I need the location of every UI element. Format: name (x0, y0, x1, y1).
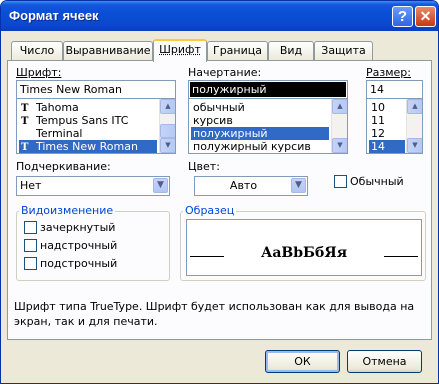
title-bar[interactable]: Формат ячеек ? ✕ (1, 1, 438, 31)
tab-border[interactable]: Граница (207, 41, 268, 61)
font-name-input[interactable]: Times New Roman (16, 80, 176, 99)
normal-font-label: Обычный (350, 175, 404, 188)
font-label: Шрифт: (16, 66, 62, 79)
list-item[interactable]: 12 (369, 127, 405, 140)
list-item[interactable]: полужирный курсив (191, 140, 329, 153)
list-item[interactable]: T Tahoma (19, 101, 157, 114)
style-label: Начертание: (188, 66, 262, 79)
close-button[interactable]: ✕ (415, 6, 436, 27)
list-item-selected[interactable]: полужирный (191, 127, 329, 140)
tab-number[interactable]: Число (11, 41, 63, 61)
font-description: Шрифт типа TrueType. Шрифт будет использ… (14, 300, 415, 328)
effects-title: Видоизменение (19, 204, 116, 217)
normal-font-checkbox[interactable] (334, 175, 347, 188)
size-label: Размер: (366, 66, 411, 79)
tab-protection[interactable]: Защита (314, 41, 373, 61)
list-item[interactable]: курсив (191, 114, 329, 127)
chevron-down-icon[interactable]: ▼ (153, 178, 168, 193)
tab-font[interactable]: Шрифт (153, 39, 207, 62)
underline-select[interactable]: Нет ▼ (16, 176, 170, 196)
list-item[interactable]: Terminal (19, 127, 157, 140)
preview-title: Образец (183, 204, 237, 217)
style-list-scrollbar[interactable]: ▲ ▼ (331, 99, 347, 153)
preview-baseline-right (384, 256, 418, 257)
scroll-up-icon[interactable]: ▲ (160, 99, 175, 114)
subscript-label: подстрочный (40, 257, 118, 270)
font-tab-panel: Шрифт: Times New Roman T Tahoma T Tempus S… (7, 60, 432, 340)
font-list[interactable]: T Tahoma T Tempus Sans ITC Terminal T Times… (16, 98, 176, 154)
truetype-icon: T (21, 142, 29, 153)
window-title: Формат ячеек (9, 8, 99, 23)
scroll-down-icon[interactable]: ▼ (332, 138, 347, 153)
style-input[interactable]: полужирный (188, 80, 348, 99)
ok-button[interactable]: ОК (265, 350, 340, 373)
scroll-thumb[interactable] (160, 124, 175, 138)
list-item[interactable]: T Tempus Sans ITC (19, 114, 157, 127)
scroll-down-icon[interactable]: ▼ (407, 138, 422, 153)
list-item[interactable]: 11 (369, 114, 405, 127)
preview-box: АаВbБбЯя (186, 219, 422, 276)
style-list[interactable]: обычный курсив полужирный полужирный кур… (188, 98, 348, 154)
scroll-up-icon[interactable]: ▲ (407, 99, 422, 114)
tab-alignment[interactable]: Выравнивание (63, 41, 153, 61)
subscript-checkbox[interactable] (24, 257, 37, 270)
strikethrough-checkbox[interactable] (24, 221, 37, 234)
color-select[interactable]: Авто ▼ (194, 176, 308, 196)
color-label: Цвет: (188, 160, 220, 173)
superscript-label: надстрочный (40, 239, 118, 252)
strikethrough-label: зачеркнутый (40, 221, 116, 234)
cancel-button[interactable]: Отмена (347, 350, 422, 373)
list-item-selected[interactable]: 14 (369, 140, 405, 153)
scroll-down-icon[interactable]: ▼ (160, 138, 175, 153)
preview-sample-text: АаВbБбЯя (260, 245, 348, 261)
size-input[interactable]: 14 (366, 80, 423, 99)
format-cells-dialog: Формат ячеек ? ✕ Число Выравнивание Шриф… (0, 0, 439, 384)
superscript-checkbox[interactable] (24, 239, 37, 252)
font-list-scrollbar[interactable]: ▲ ▼ (159, 99, 175, 153)
size-list-scrollbar[interactable]: ▲ ▼ (406, 99, 422, 153)
list-item-selected[interactable]: T Times New Roman (19, 140, 157, 153)
scroll-up-icon[interactable]: ▲ (332, 99, 347, 114)
help-button[interactable]: ? (392, 6, 413, 27)
list-item[interactable]: обычный (191, 101, 329, 114)
chevron-down-icon[interactable]: ▼ (291, 178, 306, 193)
size-list[interactable]: 10 11 12 14 ▲ ▼ (366, 98, 423, 154)
list-item[interactable]: 10 (369, 101, 405, 114)
tab-fill[interactable]: Вид (268, 41, 314, 61)
underline-label: Подчеркивание: (16, 160, 111, 173)
